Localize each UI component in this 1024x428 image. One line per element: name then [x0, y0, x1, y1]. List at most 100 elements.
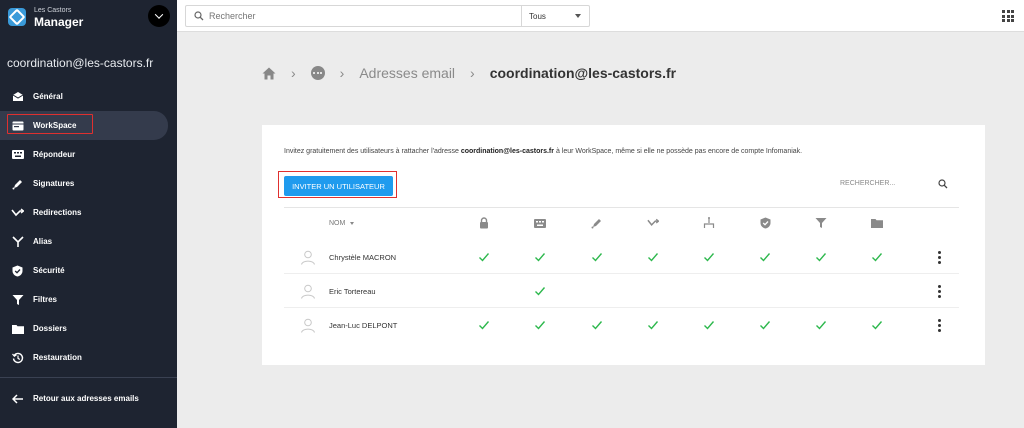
sidebar-item-signatures[interactable]: Signatures: [0, 169, 177, 198]
check-icon: [760, 321, 771, 330]
chevron-right-icon: ›: [291, 65, 296, 81]
user-name: Eric Tortereau: [329, 287, 376, 296]
pen-icon: [11, 178, 24, 190]
brand-org: Les Castors: [34, 6, 72, 14]
check-icon: [872, 321, 883, 330]
user-name: Chrystèle MACRON: [329, 253, 397, 262]
row-menu-icon[interactable]: [938, 251, 941, 264]
check-icon: [648, 321, 659, 330]
chevron-right-icon: ›: [339, 65, 345, 81]
check-icon: [535, 253, 546, 262]
sidebar-item-dossiers[interactable]: Dossiers: [0, 314, 177, 343]
chevron-right-icon: ›: [470, 65, 475, 81]
filter-icon: [11, 294, 24, 306]
user-name: Jean-Luc DELPONT: [329, 321, 398, 330]
envelope-open-icon: [11, 91, 24, 103]
check-icon: [535, 321, 546, 330]
sidebar-item-label: Signatures: [33, 179, 75, 188]
sidebar-item-label: Répondeur: [33, 150, 76, 159]
sidebar-item-repondeur[interactable]: Répondeur: [0, 140, 177, 169]
sidebar-item-label: Général: [33, 92, 63, 101]
sidebar-item-label: Dossiers: [33, 324, 67, 333]
chevron-down-icon[interactable]: [148, 5, 170, 27]
table-row[interactable]: Chrystèle MACRON: [262, 241, 985, 274]
check-icon: [816, 253, 827, 262]
sidebar: Les Castors Manager coordination@les-cas…: [0, 0, 177, 428]
breadcrumb: › › Adresses email › coordination@les-ca…: [262, 62, 676, 84]
redirect-icon: [647, 217, 659, 229]
user-avatar-icon: [301, 318, 315, 333]
history-icon: [11, 352, 24, 364]
sidebar-item-restauration[interactable]: Restauration: [0, 343, 177, 372]
keyboard-icon: [11, 149, 24, 161]
table-header: NOM: [262, 211, 985, 236]
sidebar-menu: Général WorkSpace Répondeur Signatures R…: [0, 82, 177, 372]
lock-icon: [478, 217, 490, 229]
column-name-header[interactable]: NOM: [329, 220, 354, 227]
account-email: coordination@les-castors.fr: [7, 56, 154, 70]
sidebar-item-alias[interactable]: Alias: [0, 227, 177, 256]
sidebar-item-workspace[interactable]: WorkSpace: [0, 111, 168, 140]
intro-before: Invitez gratuitement des utilisateurs à …: [284, 148, 461, 155]
check-icon: [648, 253, 659, 262]
check-icon: [592, 321, 603, 330]
sidebar-item-redirections[interactable]: Redirections: [0, 198, 177, 227]
check-icon: [592, 253, 603, 262]
check-icon: [816, 321, 827, 330]
check-icon: [872, 253, 883, 262]
row-menu-icon[interactable]: [938, 285, 941, 298]
sidebar-item-general[interactable]: Général: [0, 82, 177, 111]
search-input[interactable]: [209, 11, 509, 21]
home-icon[interactable]: [262, 67, 276, 80]
alias-icon: [703, 217, 715, 229]
folder-icon: [871, 217, 883, 229]
check-icon: [535, 287, 546, 296]
row-divider: [284, 307, 959, 308]
intro-text: Invitez gratuitement des utilisateurs à …: [284, 148, 802, 155]
search-divider: [284, 207, 959, 208]
page-title: coordination@les-castors.fr: [489, 65, 677, 81]
app-logo-icon: [8, 8, 26, 26]
top-bar: Tous: [177, 0, 1024, 32]
row-menu-icon[interactable]: [938, 319, 941, 332]
search-icon[interactable]: [938, 179, 948, 189]
keyboard-icon: [534, 217, 546, 229]
user-avatar-icon: [301, 284, 315, 299]
sidebar-item-label: Alias: [33, 237, 53, 246]
sidebar-item-label: Filtres: [33, 295, 58, 304]
back-label: Retour aux adresses emails: [33, 394, 139, 403]
shield-icon: [11, 265, 24, 277]
back-to-emails-link[interactable]: Retour aux adresses emails: [0, 384, 139, 413]
alias-icon: [11, 235, 24, 248]
breadcrumb-section[interactable]: Adresses email: [359, 65, 455, 81]
workspace-card: Invitez gratuitement des utilisateurs à …: [262, 125, 985, 365]
table-row[interactable]: Eric Tortereau: [262, 275, 985, 308]
global-search: Tous: [185, 5, 590, 27]
check-icon: [479, 321, 490, 330]
sidebar-item-label: WorkSpace: [33, 121, 77, 130]
folder-icon: [11, 323, 24, 335]
intro-email: coordination@les-castors.fr: [460, 148, 554, 155]
invite-user-button[interactable]: INVITER UN UTILISATEUR: [284, 176, 393, 196]
sidebar-item-filtres[interactable]: Filtres: [0, 285, 177, 314]
intro-after: à leur WorkSpace, même si elle ne possèd…: [554, 148, 803, 155]
sidebar-item-label: Restauration: [33, 353, 82, 362]
check-icon: [479, 253, 490, 262]
apps-grid-icon[interactable]: [1002, 10, 1014, 22]
more-icon[interactable]: [310, 66, 325, 80]
check-icon: [760, 253, 771, 262]
search-scope-select[interactable]: Tous: [521, 6, 589, 26]
arrow-left-icon: [11, 393, 24, 405]
pen-icon: [591, 217, 603, 229]
row-divider: [284, 273, 959, 274]
search-icon: [194, 11, 204, 21]
sidebar-item-label: Redirections: [33, 208, 82, 217]
sidebar-item-securite[interactable]: Sécurité: [0, 256, 177, 285]
redirect-icon: [11, 207, 24, 219]
user-avatar-icon: [301, 250, 315, 265]
brand-name: Manager: [34, 14, 84, 29]
table-row[interactable]: Jean-Luc DELPONT: [262, 309, 985, 342]
shield-icon: [759, 217, 771, 229]
table-search-input[interactable]: RECHERCHER...: [840, 180, 895, 187]
check-icon: [704, 253, 715, 262]
